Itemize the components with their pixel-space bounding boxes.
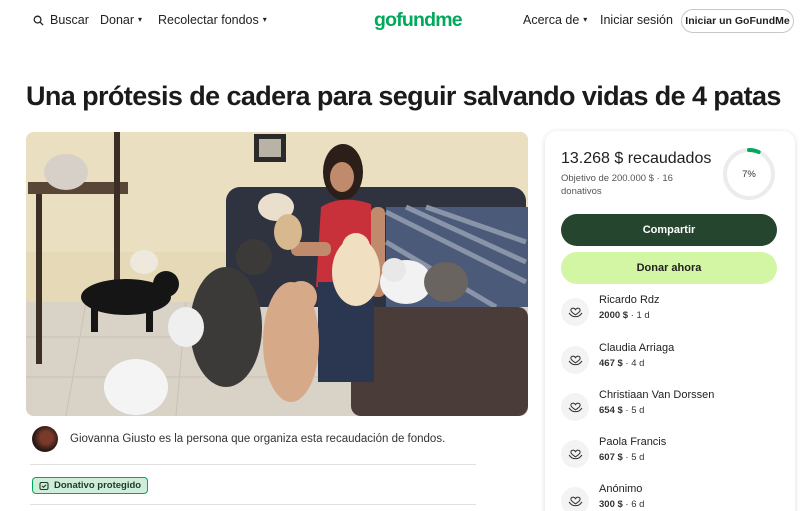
- donation-item[interactable]: Paola Francis 607 $ · 5 d: [561, 436, 781, 474]
- heart-hands-icon: [561, 440, 589, 468]
- organizer-avatar[interactable]: [32, 426, 58, 452]
- donation-meta: 2000 $ · 1 d: [599, 310, 650, 321]
- donation-item[interactable]: Anónimo 300 $ · 6 d: [561, 483, 781, 511]
- donation-meta: 607 $ · 5 d: [599, 452, 644, 463]
- progress-percent: 7%: [742, 168, 756, 180]
- donation-amount: 654 $: [599, 405, 623, 416]
- campaign-photo: [26, 132, 528, 416]
- protected-donation-badge[interactable]: Donativo protegido: [32, 477, 149, 494]
- donor-name: Anónimo: [599, 483, 643, 495]
- divider: [30, 464, 476, 465]
- goal-and-donations: Objetivo de 200.000 $ · 16 donativos: [561, 173, 673, 197]
- donation-amount: 2000 $: [599, 310, 629, 321]
- organizer-text: Giovanna Giusto es la persona que organi…: [70, 433, 446, 445]
- donation-amount: 300 $: [599, 499, 623, 510]
- login-link[interactable]: Iniciar sesión: [600, 13, 673, 27]
- donation-item[interactable]: Ricardo Rdz 2000 $ · 1 d: [561, 294, 781, 332]
- donation-meta: 300 $ · 6 d: [599, 499, 644, 510]
- search-label: Buscar: [50, 13, 89, 27]
- donor-name: Claudia Arriaga: [599, 342, 675, 354]
- fundraise-menu[interactable]: Recolectar fondos ▾: [158, 13, 267, 27]
- share-button[interactable]: Compartir: [561, 214, 777, 246]
- heart-hands-icon: [561, 346, 589, 374]
- heart-hands-icon: [561, 393, 589, 421]
- donation-item[interactable]: Claudia Arriaga 467 $ · 4 d: [561, 342, 781, 380]
- heart-hands-icon: [561, 487, 589, 511]
- page-title: Una prótesis de cadera para seguir salva…: [26, 81, 781, 111]
- divider: [30, 504, 476, 505]
- donation-meta: 654 $ · 5 d: [599, 405, 644, 416]
- donor-name: Christiaan Van Dorssen: [599, 389, 715, 401]
- donation-time: · 6 d: [622, 499, 645, 510]
- donor-name: Ricardo Rdz: [599, 294, 660, 306]
- donor-name: Paola Francis: [599, 436, 667, 448]
- donation-amount: 607 $: [599, 452, 623, 463]
- fundraise-menu-label: Recolectar fondos: [158, 13, 259, 27]
- donation-time: · 5 d: [622, 405, 645, 416]
- donation-time: · 4 d: [622, 358, 645, 369]
- donation-time: · 1 d: [628, 310, 650, 321]
- heart-hands-icon: [561, 298, 589, 326]
- about-menu-label: Acerca de: [523, 13, 580, 27]
- protected-donation-label: Donativo protegido: [54, 480, 142, 491]
- top-navigation: Buscar Donar ▾ Recolectar fondos ▾ gofun…: [0, 0, 800, 42]
- donate-menu-label: Donar: [100, 13, 135, 27]
- donation-amount: 467 $: [599, 358, 623, 369]
- donate-menu[interactable]: Donar ▾: [100, 13, 142, 27]
- donation-item[interactable]: Christiaan Van Dorssen 654 $ · 5 d: [561, 389, 781, 427]
- donation-meta: 467 $ · 4 d: [599, 358, 644, 369]
- search-icon: [33, 15, 50, 26]
- about-menu[interactable]: Acerca de ▾: [523, 13, 587, 27]
- amount-raised: 13.268 $ recaudados: [561, 150, 712, 167]
- donate-now-button[interactable]: Donar ahora: [561, 252, 777, 284]
- chevron-down-icon: ▾: [262, 15, 267, 24]
- search-link[interactable]: Buscar: [33, 13, 89, 27]
- gofundme-logo[interactable]: gofundme: [374, 9, 463, 32]
- chevron-down-icon: ▾: [138, 15, 143, 24]
- start-gofundme-button[interactable]: Iniciar un GoFundMe: [681, 9, 794, 33]
- shield-icon: [39, 481, 49, 491]
- donation-time: · 5 d: [622, 452, 645, 463]
- donation-card: 13.268 $ recaudados Objetivo de 200.000 …: [545, 131, 795, 511]
- chevron-down-icon: ▾: [583, 15, 588, 24]
